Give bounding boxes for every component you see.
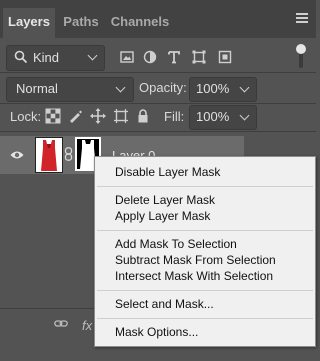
menu-item-add-mask-to-selection[interactable]: Add Mask To Selection — [115, 237, 237, 251]
shape-layer-filter-icon[interactable] — [192, 50, 206, 64]
menu-item-intersect-mask-with-selection[interactable]: Intersect Mask With Selection — [115, 269, 273, 283]
smart-object-filter-icon[interactable] — [218, 50, 232, 64]
panel-menu-icon[interactable] — [296, 13, 308, 25]
link-layers-icon[interactable] — [54, 318, 68, 330]
layer-thumbnail[interactable] — [35, 137, 63, 173]
blend-mode-value: Normal — [16, 81, 58, 96]
menu-item-disable-layer-mask[interactable]: Disable Layer Mask — [115, 165, 220, 179]
tab-layers[interactable]: Layers — [3, 8, 55, 38]
panel-tab-bar: Layers Paths Channels — [0, 0, 316, 38]
chevron-down-icon — [115, 82, 126, 93]
chevron-down-icon — [87, 50, 98, 61]
pixel-layer-filter-icon[interactable] — [120, 50, 134, 64]
fill-label: Fill: — [164, 109, 185, 124]
lock-artboard-icon[interactable] — [113, 108, 129, 124]
adjustment-layer-filter-icon[interactable] — [143, 50, 157, 64]
tab-paths[interactable]: Paths — [60, 8, 102, 38]
layer-mask-context-menu: Disable Layer Mask Delete Layer Mask App… — [94, 156, 316, 347]
layer-style-button[interactable]: fx — [82, 318, 92, 333]
fill-field[interactable]: 100% — [189, 105, 257, 130]
lock-position-icon[interactable] — [90, 108, 106, 124]
opacity-field[interactable]: 100% — [189, 77, 257, 102]
lock-all-icon[interactable] — [135, 108, 151, 124]
chevron-down-icon[interactable] — [239, 82, 250, 93]
type-layer-filter-icon[interactable] — [167, 50, 181, 64]
search-icon — [14, 50, 28, 64]
filter-kind-label: Kind — [33, 50, 60, 65]
menu-divider — [97, 230, 313, 231]
filter-kind-select[interactable]: Kind — [6, 45, 105, 71]
menu-divider — [97, 318, 313, 319]
divider — [0, 72, 316, 73]
lock-transparent-icon[interactable] — [45, 108, 61, 124]
filter-toggle[interactable] — [296, 44, 306, 68]
fill-value: 100% — [196, 109, 230, 124]
menu-item-subtract-mask-from-selection[interactable]: Subtract Mask From Selection — [115, 253, 276, 267]
chevron-down-icon[interactable] — [239, 110, 250, 121]
menu-item-apply-layer-mask[interactable]: Apply Layer Mask — [115, 209, 210, 223]
layers-panel: Layers Paths Channels Kind Normal Opacit… — [0, 0, 316, 361]
visibility-eye-icon[interactable] — [10, 150, 24, 160]
tab-channels[interactable]: Channels — [108, 8, 172, 38]
menu-item-select-and-mask[interactable]: Select and Mask... — [115, 297, 214, 311]
menu-divider — [97, 186, 313, 187]
mask-link-icon[interactable] — [64, 147, 73, 161]
opacity-value: 100% — [196, 81, 230, 96]
divider — [0, 131, 316, 132]
lock-label: Lock: — [10, 109, 42, 124]
menu-divider — [97, 290, 313, 291]
menu-item-mask-options[interactable]: Mask Options... — [115, 325, 198, 339]
blend-mode-select[interactable]: Normal — [6, 77, 134, 102]
opacity-label: Opacity: — [139, 80, 187, 95]
divider — [0, 103, 316, 104]
dress-image — [41, 140, 57, 171]
lock-pixels-icon[interactable] — [67, 108, 83, 124]
menu-item-delete-layer-mask[interactable]: Delete Layer Mask — [115, 193, 215, 207]
